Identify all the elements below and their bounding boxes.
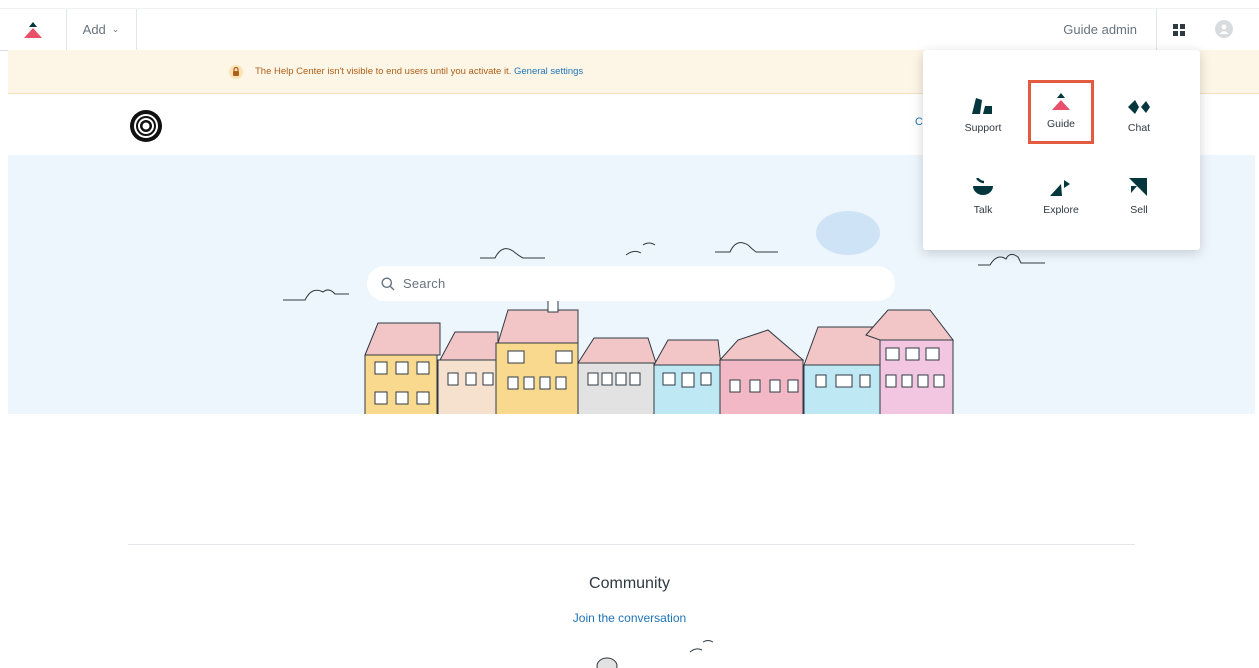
search-placeholder: Search (403, 276, 446, 291)
grid-icon (1173, 23, 1185, 36)
help-center-logo[interactable] (129, 109, 163, 148)
tray-item-guide[interactable]: Guide (1028, 80, 1094, 144)
tray-item-support[interactable]: Support (951, 86, 1015, 146)
product-tray-popover: Support Guide Chat Talk Explore Sell (923, 50, 1200, 250)
talk-icon (973, 178, 993, 195)
search-icon (381, 277, 395, 290)
lifebuoy-logo-icon (130, 110, 162, 142)
chevron-down-icon: ⌄ (111, 24, 120, 34)
section-divider (128, 544, 1135, 545)
explore-icon (1050, 180, 1070, 196)
join-conversation-link[interactable]: Join the conversation (0, 611, 1259, 625)
chat-icon (1128, 100, 1150, 114)
guide-logo-button[interactable] (0, 9, 67, 50)
general-settings-link[interactable]: General settings (514, 66, 583, 77)
guide-logo-icon (24, 21, 42, 38)
tray-item-chat[interactable]: Chat (1107, 86, 1171, 146)
header-nav-link[interactable]: C (915, 116, 923, 128)
top-navbar: Add ⌄ Guide admin (0, 8, 1259, 51)
tray-item-support-label: Support (964, 122, 1002, 134)
tray-item-sell[interactable]: Sell (1107, 168, 1171, 228)
tray-item-chat-label: Chat (1127, 122, 1151, 134)
search-input[interactable]: Search (367, 266, 895, 301)
notice-text-row: The Help Center isn't visible to end use… (255, 66, 583, 77)
tray-item-guide-label: Guide (1046, 118, 1076, 130)
tray-item-talk-label: Talk (973, 204, 993, 216)
guide-icon (1052, 93, 1070, 110)
user-avatar[interactable] (1215, 20, 1233, 38)
tray-item-explore-label: Explore (1043, 204, 1079, 216)
guide-admin-link[interactable]: Guide admin (1063, 9, 1137, 50)
add-menu-label: Add (82, 22, 106, 37)
community-title: Community (589, 575, 670, 592)
sell-icon (1129, 178, 1147, 196)
lock-icon (229, 64, 243, 79)
tray-item-sell-label: Sell (1130, 204, 1148, 216)
support-icon (972, 98, 992, 114)
product-tray-button[interactable] (1156, 9, 1201, 50)
add-menu-button[interactable]: Add ⌄ (66, 9, 137, 50)
tray-item-talk[interactable]: Talk (951, 168, 1015, 228)
tray-item-explore[interactable]: Explore (1029, 168, 1093, 228)
community-illustration (596, 640, 714, 668)
notice-message: The Help Center isn't visible to end use… (255, 66, 512, 77)
user-icon (1219, 24, 1229, 34)
